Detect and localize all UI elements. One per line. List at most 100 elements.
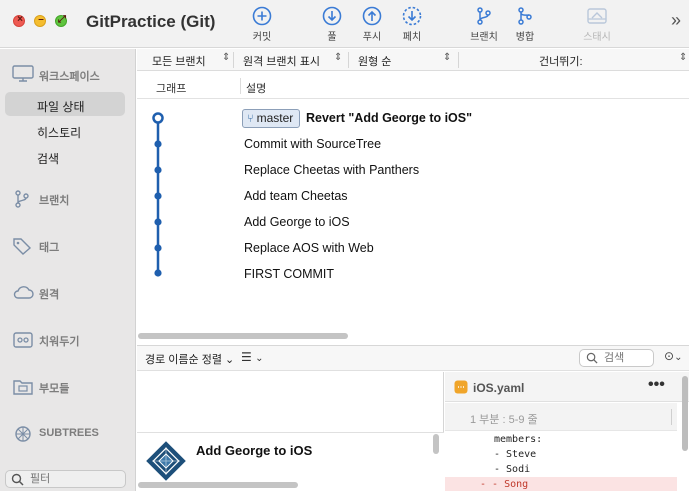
divider: [458, 52, 459, 68]
commit-row[interactable]: Replace AOS with Web: [137, 235, 689, 261]
sidebar-filter-input[interactable]: [30, 473, 120, 485]
push-button[interactable]: 푸시: [350, 6, 394, 43]
fetch-button[interactable]: 페치: [390, 6, 434, 43]
order-label: 원형 순: [358, 56, 392, 68]
sidebar-item-history[interactable]: 히스토리: [5, 118, 125, 142]
minimize-icon: –: [38, 14, 44, 25]
branch-label: 브랜치: [470, 32, 498, 43]
file-options-button[interactable]: •••: [648, 376, 665, 394]
diff-line-removed: - - Song: [445, 477, 677, 491]
commit-row[interactable]: Add George to iOS: [137, 209, 689, 235]
diff-hunk-header: 1 부분 : 5-9 줄: [445, 403, 677, 431]
commit-button[interactable]: 커밋: [240, 6, 284, 43]
file-list-vertical-scrollbar[interactable]: [433, 434, 439, 454]
sidebar-section-stashes[interactable]: 치워두기: [0, 328, 136, 352]
updown-chevron-icon: ⇕: [679, 52, 688, 63]
push-label: 푸시: [362, 32, 382, 43]
file-search-input[interactable]: [604, 352, 652, 364]
file-list-horizontal-scrollbar[interactable]: [138, 482, 298, 488]
sidebar-section-label: 태그: [39, 242, 60, 254]
list-view-select[interactable]: ☰ ⌄: [241, 350, 264, 364]
commit-message: Add team Cheetas: [244, 189, 348, 203]
show-remote-branches-select[interactable]: 원격 브랜치 표시 ⇕: [243, 52, 348, 69]
sidebar-item-label: 검색: [37, 152, 60, 166]
description-column-header[interactable]: 설명: [246, 80, 266, 96]
sidebar-item-search[interactable]: 검색: [5, 144, 125, 168]
search-icon: [11, 473, 24, 486]
more-options-button[interactable]: ⊙⌄: [664, 349, 682, 363]
diff-file-header: iOS.yaml •••: [445, 372, 689, 402]
close-icon: ×: [17, 14, 23, 25]
sidebar-section-workspace[interactable]: 워크스페이스: [0, 63, 136, 87]
divider: [348, 52, 349, 68]
chevron-down-icon: ⌄: [674, 352, 683, 363]
commit-message: Add George to iOS: [244, 215, 350, 229]
sidebar-section-label: 부모들: [39, 383, 70, 395]
divider: [233, 52, 234, 68]
commit-message: Replace Cheetas with Panthers: [244, 163, 420, 177]
sidebar-section-label: SUBTREES: [39, 427, 99, 439]
diff-vertical-scrollbar[interactable]: [682, 376, 688, 451]
list-icon: ☰: [241, 350, 252, 364]
hunk-label: 1 부분 : 5-9 줄: [470, 414, 538, 426]
chevron-down-icon: ⌄: [255, 353, 264, 364]
toolbar-overflow-button[interactable]: »: [671, 10, 681, 31]
minimize-window-button[interactable]: –: [34, 14, 46, 27]
stash-label: 스태시: [583, 32, 611, 43]
commit-message: Revert "Add George to iOS": [306, 111, 473, 125]
skip-select[interactable]: 건너뛰기: ⇕: [539, 52, 688, 69]
file-search-field[interactable]: [579, 349, 654, 367]
sidebar-section-branches[interactable]: 브랜치: [0, 187, 136, 211]
diff-line: - Steve: [494, 449, 537, 460]
sort-by-path-select[interactable]: 경로 이름순 정렬 ⌄: [145, 351, 234, 367]
sidebar-section-subtrees[interactable]: SUBTREES: [0, 422, 136, 446]
branch-tag-label: master: [256, 111, 294, 125]
file-list-panel: Add George to iOS: [137, 372, 444, 491]
merge-button[interactable]: 병합: [503, 6, 547, 43]
monitor-icon: [12, 65, 34, 82]
branch-button[interactable]: 브랜치: [462, 6, 506, 43]
commit-row[interactable]: Replace Cheetas with Panthers: [137, 157, 689, 183]
commit-row[interactable]: ⑂ master Revert "Add George to iOS": [137, 105, 689, 131]
file-list-toolbar: 경로 이름순 정렬 ⌄ ☰ ⌄ ⊙⌄: [137, 345, 689, 371]
sidebar-section-label: 브랜치: [39, 195, 70, 207]
commit-list: ⑂ master Revert "Add George to iOS" Commi…: [137, 100, 689, 330]
diff-code: members: - Steve - Sodi - - Song: [445, 432, 677, 491]
sidebar-section-remotes[interactable]: 원격: [0, 281, 136, 305]
merge-icon: [518, 7, 532, 25]
sidebar-section-tags[interactable]: 태그: [0, 234, 136, 258]
commit-label: 커밋: [252, 32, 272, 43]
folder-icon: [13, 380, 33, 395]
zoom-window-button[interactable]: ⤢: [55, 14, 67, 27]
sort-label: 경로 이름순 정렬: [145, 354, 222, 366]
chevron-down-icon: ⌄: [225, 354, 235, 366]
sidebar-item-file-status[interactable]: 파일 상태: [5, 92, 125, 116]
updown-chevron-icon: ⇕: [222, 52, 231, 63]
commit-row[interactable]: Commit with SourceTree: [137, 131, 689, 157]
window-title: GitPractice (Git): [86, 12, 216, 31]
commit-message: FIRST COMMIT: [244, 267, 335, 281]
commit-row[interactable]: Add team Cheetas: [137, 183, 689, 209]
toolbar: × – ⤢ GitPractice (Git) 커밋 풀 푸시 페치 브랜치 병…: [0, 0, 689, 48]
close-window-button[interactable]: ×: [13, 14, 25, 27]
all-branches-select[interactable]: 모든 브랜치 ⇕: [152, 52, 237, 69]
project-logo: [146, 441, 186, 481]
tag-icon: [13, 238, 32, 255]
commit-row[interactable]: FIRST COMMIT: [137, 261, 689, 287]
sidebar-filter-field[interactable]: [5, 470, 126, 488]
pull-button[interactable]: 풀: [310, 6, 354, 43]
sidebar-section-submodules[interactable]: 부모들: [0, 375, 136, 399]
sidebar-section-label: 치워두기: [39, 336, 80, 348]
commit-message: Replace AOS with Web: [244, 241, 374, 255]
dashed-arrow-down-circle-icon: [402, 6, 422, 26]
order-select[interactable]: 원형 순 ⇕: [358, 52, 458, 69]
stash-icon: [587, 8, 607, 24]
sidebar-item-label: 히스토리: [37, 126, 82, 140]
commit-list-horizontal-scrollbar[interactable]: [138, 333, 348, 339]
branch-tag[interactable]: ⑂ master: [242, 109, 301, 128]
all-branches-label: 모든 브랜치: [152, 56, 206, 68]
stash-button[interactable]: 스태시: [575, 6, 619, 43]
graph-column-header[interactable]: 그래프: [156, 80, 186, 96]
log-column-header: 그래프 설명: [137, 72, 689, 99]
ellipsis-circle-icon: ⊙: [664, 349, 675, 363]
